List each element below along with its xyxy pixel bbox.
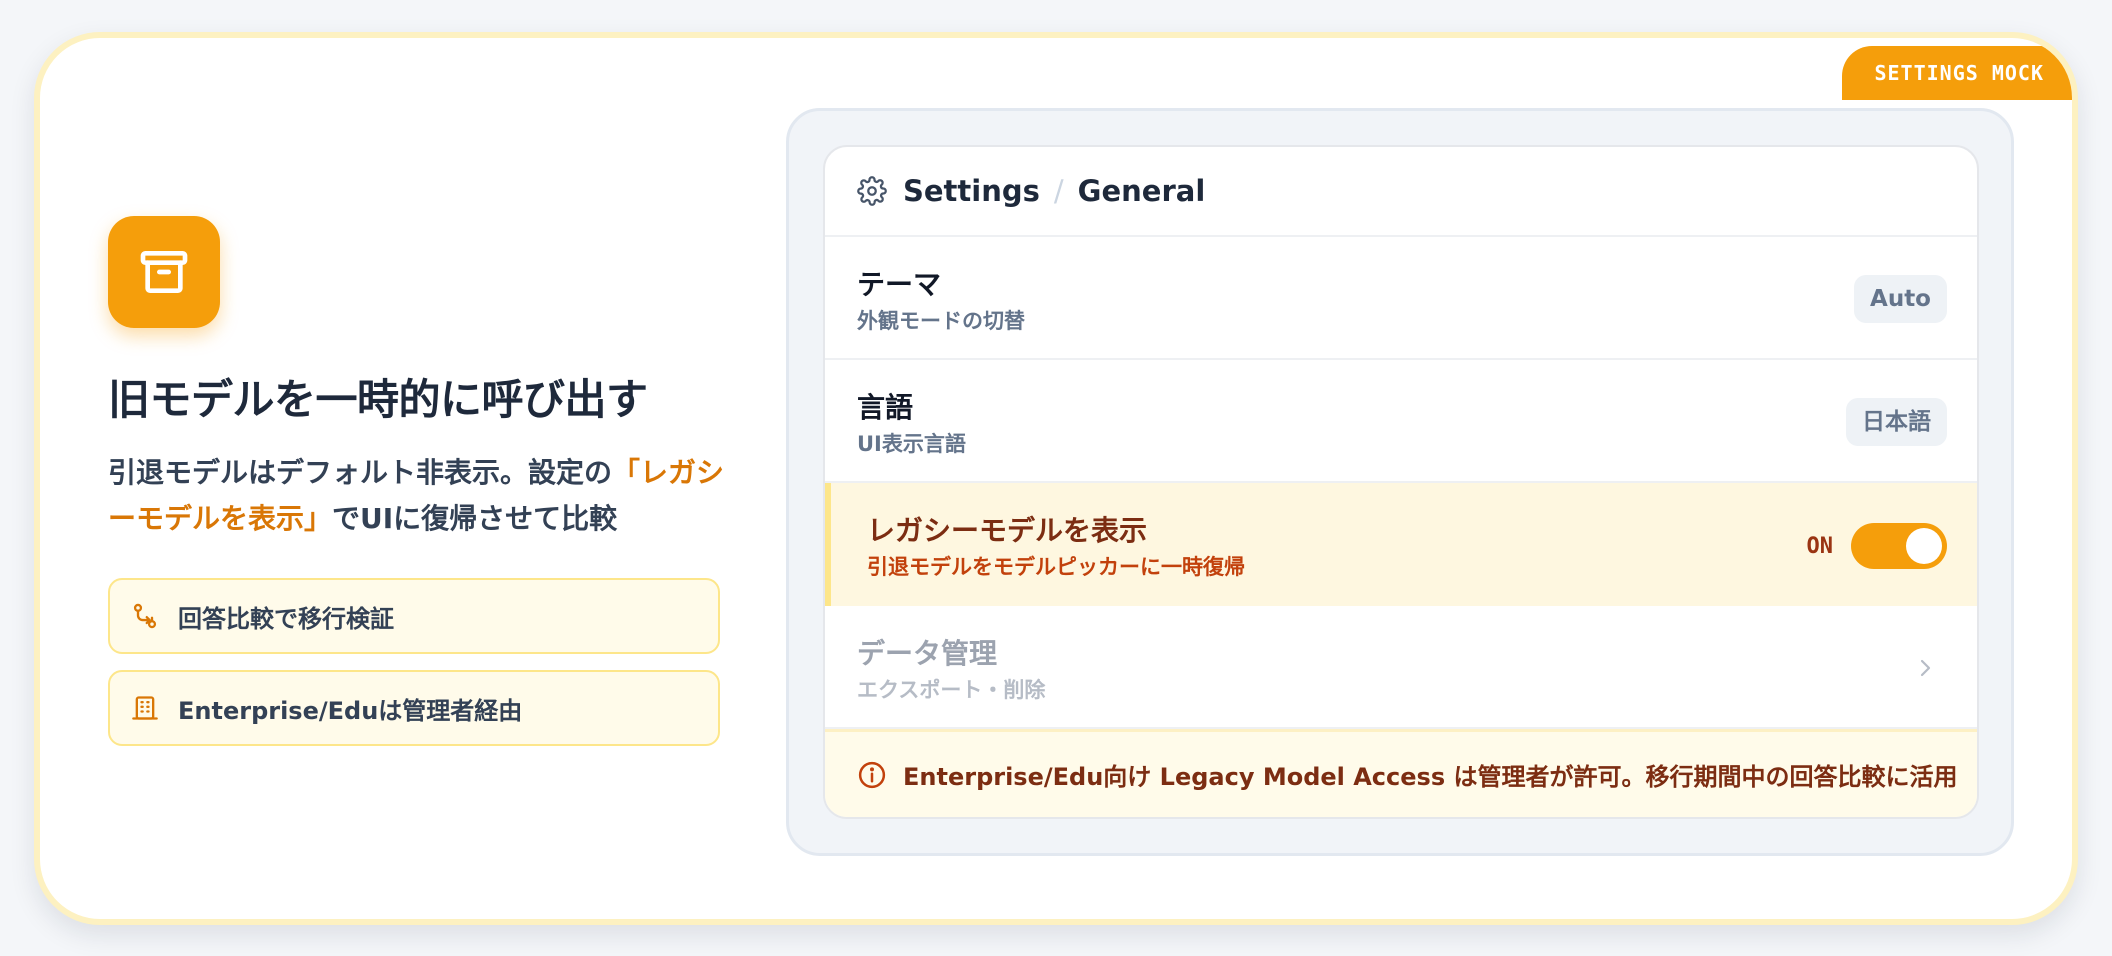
notice-text: Enterprise/Edu向け Legacy Model Access は管理… bbox=[903, 763, 1958, 791]
gear-icon bbox=[857, 176, 887, 206]
description-text-1: 引退モデルはデフォルト非表示。設定の bbox=[108, 456, 613, 489]
settings-row-data-management[interactable]: データ管理 エクスポート・削除 bbox=[825, 606, 1977, 729]
settings-panel: Settings / General テーマ 外観モードの切替 Auto 言語 … bbox=[823, 145, 1979, 819]
settings-row-legacy-models: レガシーモデルを表示 引退モデルをモデルピッカーに一時復帰 ON bbox=[825, 483, 1977, 606]
settings-mock-badge: SETTINGS MOCK bbox=[1842, 46, 2072, 100]
legacy-models-toggle[interactable] bbox=[1851, 523, 1947, 569]
feature-label: 回答比較で移行検証 bbox=[178, 604, 394, 633]
settings-header: Settings / General bbox=[825, 147, 1977, 237]
breadcrumb-general: General bbox=[1077, 174, 1206, 208]
row-subtitle: UI表示言語 bbox=[857, 432, 966, 456]
row-subtitle: エクスポート・削除 bbox=[857, 678, 1046, 702]
settings-row-theme[interactable]: テーマ 外観モードの切替 Auto bbox=[825, 237, 1977, 360]
info-circle-icon bbox=[857, 760, 887, 790]
language-value-pill[interactable]: 日本語 bbox=[1846, 398, 1947, 446]
row-title: レガシーモデルを表示 bbox=[867, 514, 1148, 547]
settings-mock-frame: Settings / General テーマ 外観モードの切替 Auto 言語 … bbox=[786, 108, 2014, 856]
settings-row-language[interactable]: 言語 UI表示言語 日本語 bbox=[825, 360, 1977, 483]
description: 引退モデルはデフォルト非表示。設定の「レガシーモデルを表示」でUIに復帰させて比… bbox=[108, 450, 728, 542]
feature-item-enterprise: Enterprise/Eduは管理者経由 bbox=[108, 670, 720, 746]
row-title: データ管理 bbox=[857, 637, 998, 670]
breadcrumb-settings[interactable]: Settings bbox=[903, 174, 1040, 208]
breadcrumb-separator: / bbox=[1053, 174, 1064, 208]
archive-box-icon bbox=[108, 216, 220, 328]
compare-branch-icon bbox=[130, 601, 160, 631]
theme-value-pill[interactable]: Auto bbox=[1854, 275, 1947, 323]
row-title: テーマ bbox=[857, 268, 942, 301]
feature-item-compare: 回答比較で移行検証 bbox=[108, 578, 720, 654]
chevron-right-icon bbox=[1913, 654, 1937, 682]
row-title: 言語 bbox=[857, 391, 914, 424]
row-subtitle: 外観モードの切替 bbox=[857, 309, 1025, 333]
page-title: 旧モデルを一時的に呼び出す bbox=[108, 375, 648, 424]
toggle-state-label: ON bbox=[1806, 533, 1834, 559]
description-text-2: でUIに復帰させて比較 bbox=[332, 502, 618, 535]
row-subtitle: 引退モデルをモデルピッカーに一時復帰 bbox=[867, 555, 1245, 579]
legacy-toggle-group: ON bbox=[1806, 523, 1947, 569]
toggle-knob bbox=[1906, 528, 1942, 564]
main-card: SETTINGS MOCK 旧モデルを一時的に呼び出す 引退モデルはデフォルト非… bbox=[34, 32, 2078, 925]
feature-label: Enterprise/Eduは管理者経由 bbox=[178, 696, 523, 725]
legacy-access-notice: Enterprise/Edu向け Legacy Model Access は管理… bbox=[825, 729, 1977, 817]
building-icon bbox=[130, 693, 160, 723]
